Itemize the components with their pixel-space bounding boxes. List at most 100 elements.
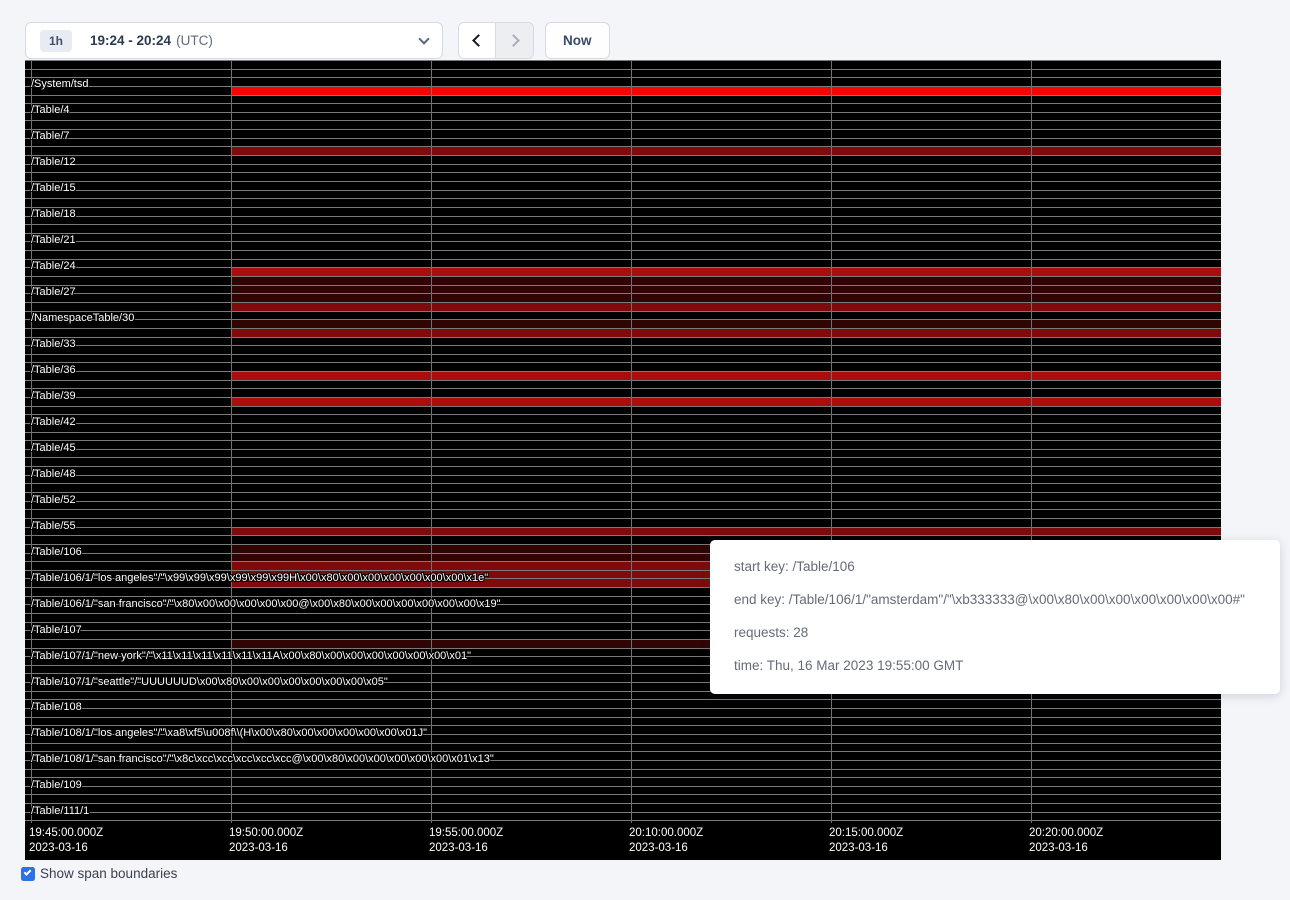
span-row xyxy=(25,398,1221,407)
tooltip-start-key: start key: /Table/106 xyxy=(734,559,1256,574)
span-label: /Table/27 xyxy=(31,287,76,297)
time-range-preset-badge: 1h xyxy=(40,30,72,52)
span-row xyxy=(25,87,1221,96)
span-row xyxy=(25,744,1221,753)
time-range-dropdown[interactable]: 1h 19:24 - 20:24 (UTC) xyxy=(25,22,443,59)
time-range-timezone: (UTC) xyxy=(176,33,213,48)
show-span-boundaries-checkbox[interactable] xyxy=(21,867,35,881)
checkmark-icon xyxy=(24,868,32,876)
x-axis-tick: 19:45:00.000Z2023-03-16 xyxy=(29,826,103,856)
span-row xyxy=(25,519,1221,528)
toolbar: 1h 19:24 - 20:24 (UTC) Now xyxy=(0,0,1290,60)
span-heat-band xyxy=(231,147,1221,155)
x-axis-tick: 20:10:00.000Z2023-03-16 xyxy=(629,826,703,856)
span-label: /Table/108/1/"los angeles"/"\xa8\xf5\u00… xyxy=(31,728,427,738)
prev-window-button[interactable] xyxy=(459,23,496,58)
span-heat-band xyxy=(231,87,1221,95)
span-label: /Table/48 xyxy=(31,469,76,479)
span-label: /Table/24 xyxy=(31,261,76,271)
span-label: /Table/107/1/"new york"/"\x11\x11\x11\x1… xyxy=(31,651,471,661)
span-row xyxy=(25,217,1221,226)
span-row xyxy=(25,242,1221,251)
span-heat-band xyxy=(231,320,1221,328)
span-row xyxy=(25,787,1221,796)
span-label: /Table/107 xyxy=(31,625,82,635)
chevron-left-icon xyxy=(472,34,485,47)
span-row xyxy=(25,363,1221,372)
span-row xyxy=(25,191,1221,200)
show-span-boundaries-label: Show span boundaries xyxy=(40,866,177,881)
span-row xyxy=(25,329,1221,338)
span-row xyxy=(25,286,1221,295)
span-row xyxy=(25,156,1221,165)
span-row xyxy=(25,70,1221,79)
time-bucket-gridline xyxy=(631,60,632,823)
span-label: /Table/106 xyxy=(31,547,82,557)
span-row xyxy=(25,61,1221,70)
next-window-button[interactable] xyxy=(496,23,533,58)
span-label: /Table/15 xyxy=(31,183,76,193)
footer: Show span boundaries xyxy=(21,866,177,881)
span-label: /Table/36 xyxy=(31,365,76,375)
tooltip-time: time: Thu, 16 Mar 2023 19:55:00 GMT xyxy=(734,658,1256,673)
span-row xyxy=(25,130,1221,139)
key-visualizer-canvas[interactable]: /System/tsd/Table/4/Table/7/Table/12/Tab… xyxy=(25,60,1221,860)
time-bucket-gridline xyxy=(831,60,832,823)
span-row xyxy=(25,372,1221,381)
span-row xyxy=(25,441,1221,450)
span-label: /Table/108 xyxy=(31,702,82,712)
span-row xyxy=(25,303,1221,312)
span-row xyxy=(25,709,1221,718)
span-heat-band xyxy=(231,286,1221,294)
span-row xyxy=(25,381,1221,390)
span-row xyxy=(25,718,1221,727)
span-label: /NamespaceTable/30 xyxy=(31,313,134,323)
time-bucket-gridline xyxy=(231,60,232,823)
span-row xyxy=(25,225,1221,234)
span-row xyxy=(25,182,1221,191)
key-visualizer-page: 1h 19:24 - 20:24 (UTC) Now /System/tsd/T… xyxy=(0,0,1290,900)
span-label: /Table/108/1/"san francisco"/"\x8c\xcc\x… xyxy=(31,754,494,764)
span-row xyxy=(25,476,1221,485)
span-row xyxy=(25,294,1221,303)
span-row xyxy=(25,121,1221,130)
x-axis-tick: 19:55:00.000Z2023-03-16 xyxy=(429,826,503,856)
span-label: /Table/55 xyxy=(31,521,76,531)
span-row xyxy=(25,312,1221,321)
span-row xyxy=(25,484,1221,493)
span-row xyxy=(25,147,1221,156)
span-row xyxy=(25,493,1221,502)
bucket-tooltip: start key: /Table/106 end key: /Table/10… xyxy=(710,540,1280,694)
x-axis-tick: 20:20:00.000Z2023-03-16 xyxy=(1029,826,1103,856)
span-row xyxy=(25,528,1221,537)
chevron-right-icon xyxy=(507,34,520,47)
span-row xyxy=(25,104,1221,113)
span-row xyxy=(25,208,1221,217)
span-row xyxy=(25,389,1221,398)
now-button[interactable]: Now xyxy=(545,22,610,59)
span-row xyxy=(25,424,1221,433)
span-label: /Table/39 xyxy=(31,391,76,401)
span-label: /Table/33 xyxy=(31,339,76,349)
span-heat-band xyxy=(231,303,1221,311)
span-row xyxy=(25,502,1221,511)
span-label: /Table/7 xyxy=(31,131,70,141)
span-label: /Table/45 xyxy=(31,443,76,453)
span-label: /Table/12 xyxy=(31,157,76,167)
span-row xyxy=(25,199,1221,208)
span-row xyxy=(25,813,1221,822)
time-bucket-gridline xyxy=(1031,60,1032,823)
span-row xyxy=(25,234,1221,243)
x-axis-tick: 19:50:00.000Z2023-03-16 xyxy=(229,826,303,856)
span-row xyxy=(25,78,1221,87)
span-label: /Table/107/1/"seattle"/"UUUUUUD\x00\x80\… xyxy=(31,677,388,687)
span-row xyxy=(25,346,1221,355)
span-row xyxy=(25,510,1221,519)
span-rows xyxy=(25,60,1221,821)
span-row xyxy=(25,433,1221,442)
span-heat-band xyxy=(231,277,1221,285)
span-row xyxy=(25,458,1221,467)
span-row xyxy=(25,277,1221,286)
span-row xyxy=(25,260,1221,269)
span-row xyxy=(25,415,1221,424)
